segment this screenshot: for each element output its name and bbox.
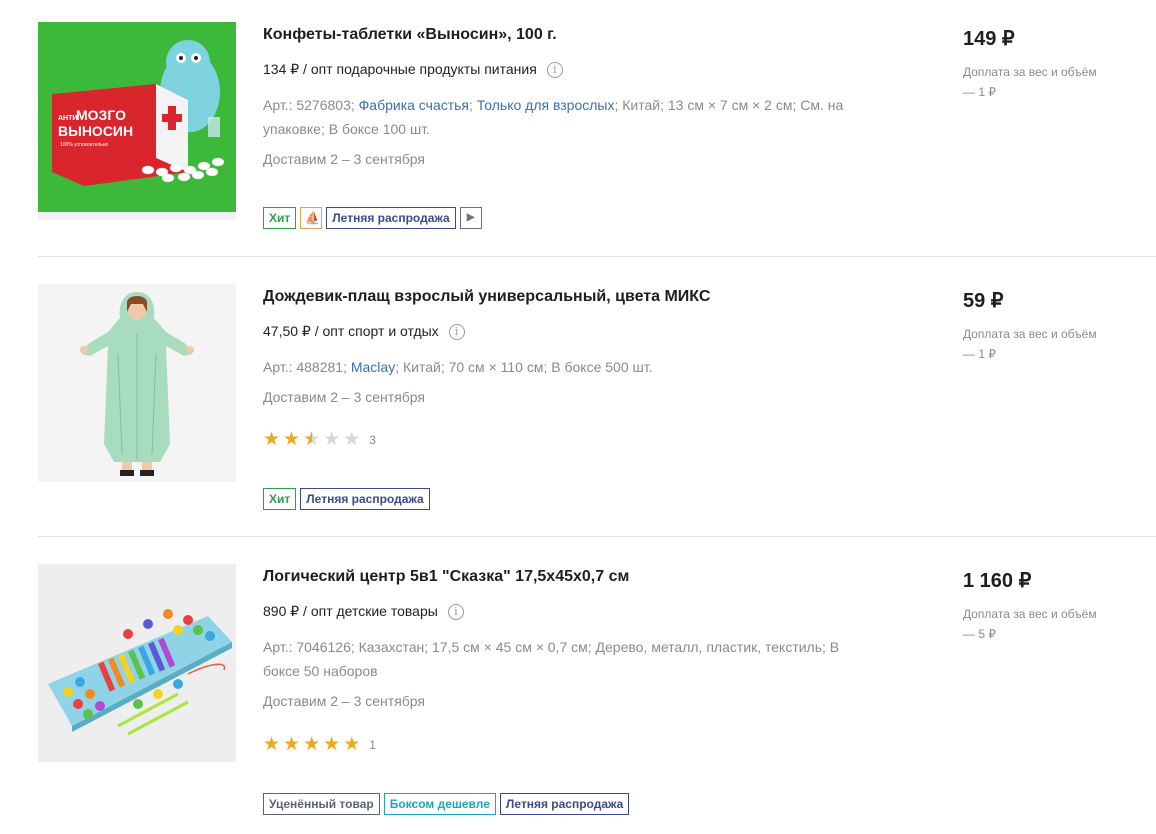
star-icon: ★: [323, 734, 341, 755]
rating[interactable]: ★ ★ ★ ★ ★ 1: [263, 735, 376, 754]
product-attributes: Арт.: 488281; Maclay; Китай; 70 см × 110…: [263, 355, 863, 379]
star-empty-icon: ★: [343, 429, 361, 450]
attr-text: ; Китай; 70 см × 110 см; В боксе 500 шт.: [395, 359, 653, 375]
badge-hit[interactable]: Хит: [263, 207, 297, 229]
badges: Уценённый товар Боксом дешевле Летняя ра…: [263, 793, 630, 815]
rating[interactable]: ★ ★ ★ ★ ★ 3: [263, 430, 376, 449]
product-title[interactable]: Логический центр 5в1 "Сказка" 17,5х45х0,…: [263, 568, 629, 586]
surcharge: Доплата за вес и объём — 1 ₽: [963, 327, 1097, 361]
brand-link[interactable]: Maclay: [351, 359, 395, 375]
star-icon: ★: [263, 429, 281, 450]
delivery-date: Доставим 2 – 3 сентября: [263, 151, 426, 167]
box-text-top: АНТИ: [58, 115, 77, 122]
product-attributes: Арт.: 7046126; Казахстан; 17,5 см × 45 с…: [263, 635, 863, 683]
price: 59 ₽: [963, 290, 1004, 312]
product-title[interactable]: Дождевик-плащ взрослый универсальный, цв…: [263, 288, 710, 306]
product-card: АНТИ МОЗГО ВЫНОСИН 100% успокоительно Ко…: [38, 22, 1156, 256]
attr-text: Арт.: 7046126; Казахстан; 17,5 см × 45 с…: [263, 639, 840, 679]
star-empty-icon: ★: [323, 429, 341, 450]
surcharge: Доплата за вес и объём — 5 ₽: [963, 607, 1097, 641]
badge-summer-sale[interactable]: Летняя распродажа: [326, 207, 456, 229]
wholesale-price: 47,50 ₽ / опт спорт и отдых i: [263, 323, 465, 340]
product-image[interactable]: [38, 284, 236, 482]
wholesale-price: 890 ₽ / опт детские товары i: [263, 603, 464, 620]
product-list: АНТИ МОЗГО ВЫНОСИН 100% успокоительно Ко…: [0, 0, 1156, 834]
attr-text: ;: [469, 97, 477, 113]
info-icon[interactable]: i: [448, 323, 465, 340]
product-card: Логический центр 5в1 "Сказка" 17,5х45х0,…: [38, 564, 1156, 834]
product-image[interactable]: [38, 564, 236, 762]
product-image[interactable]: АНТИ МОЗГО ВЫНОСИН 100% успокоительно: [38, 22, 236, 220]
info-icon[interactable]: i: [447, 603, 464, 620]
attr-text: Арт.: 488281;: [263, 359, 351, 375]
star-icon: ★: [343, 734, 361, 755]
divider: [38, 536, 1156, 537]
badge-summer-sale[interactable]: Летняя распродажа: [300, 488, 430, 510]
product-card: Дождевик-плащ взрослый универсальный, цв…: [38, 284, 1156, 536]
box-text-main2: ВЫНОСИН: [58, 123, 133, 139]
divider: [38, 256, 1156, 257]
price: 149 ₽: [963, 28, 1015, 50]
price: 1 160 ₽: [963, 570, 1032, 592]
info-icon[interactable]: i: [546, 61, 563, 78]
brand-link[interactable]: Фабрика счастья: [359, 97, 469, 113]
star-half-icon: ★: [303, 430, 320, 449]
box-text-sub: 100% успокоительно: [60, 142, 109, 148]
rating-count[interactable]: 1: [369, 738, 376, 752]
badges: Хит ⛵ Летняя распродажа ▶: [263, 207, 482, 229]
attr-text: Арт.: 5276803;: [263, 97, 359, 113]
wholesale-price-text: 134 ₽ / опт подарочные продукты питания: [263, 61, 537, 77]
badge-markdown[interactable]: Уценённый товар: [263, 793, 380, 815]
star-icon: ★: [263, 734, 281, 755]
product-attributes: Арт.: 5276803; Фабрика счастья; Только д…: [263, 93, 863, 141]
badge-box-cheaper[interactable]: Боксом дешевле: [383, 793, 496, 815]
ship-icon[interactable]: ⛵: [300, 207, 323, 229]
box-text-main1: МОЗГО: [76, 107, 126, 123]
star-icon: ★: [283, 734, 301, 755]
star-icon: ★: [283, 429, 301, 450]
badge-summer-sale[interactable]: Летняя распродажа: [499, 793, 630, 815]
wholesale-price-text: 890 ₽ / опт детские товары: [263, 603, 438, 619]
surcharge: Доплата за вес и объём — 1 ₽: [963, 65, 1097, 99]
wholesale-price-text: 47,50 ₽ / опт спорт и отдых: [263, 323, 439, 339]
rating-count[interactable]: 3: [369, 433, 376, 447]
product-title[interactable]: Конфеты-таблетки «Выносин», 100 г.: [263, 26, 557, 44]
star-icon: ★: [303, 734, 321, 755]
wholesale-price: 134 ₽ / опт подарочные продукты питания …: [263, 61, 563, 78]
badges: Хит Летняя распродажа: [263, 488, 430, 510]
category-link[interactable]: Только для взрослых: [477, 97, 615, 113]
play-icon[interactable]: ▶: [459, 207, 482, 229]
delivery-date: Доставим 2 – 3 сентября: [263, 389, 426, 405]
badge-hit[interactable]: Хит: [263, 488, 297, 510]
delivery-date: Доставим 2 – 3 сентября: [263, 693, 426, 709]
